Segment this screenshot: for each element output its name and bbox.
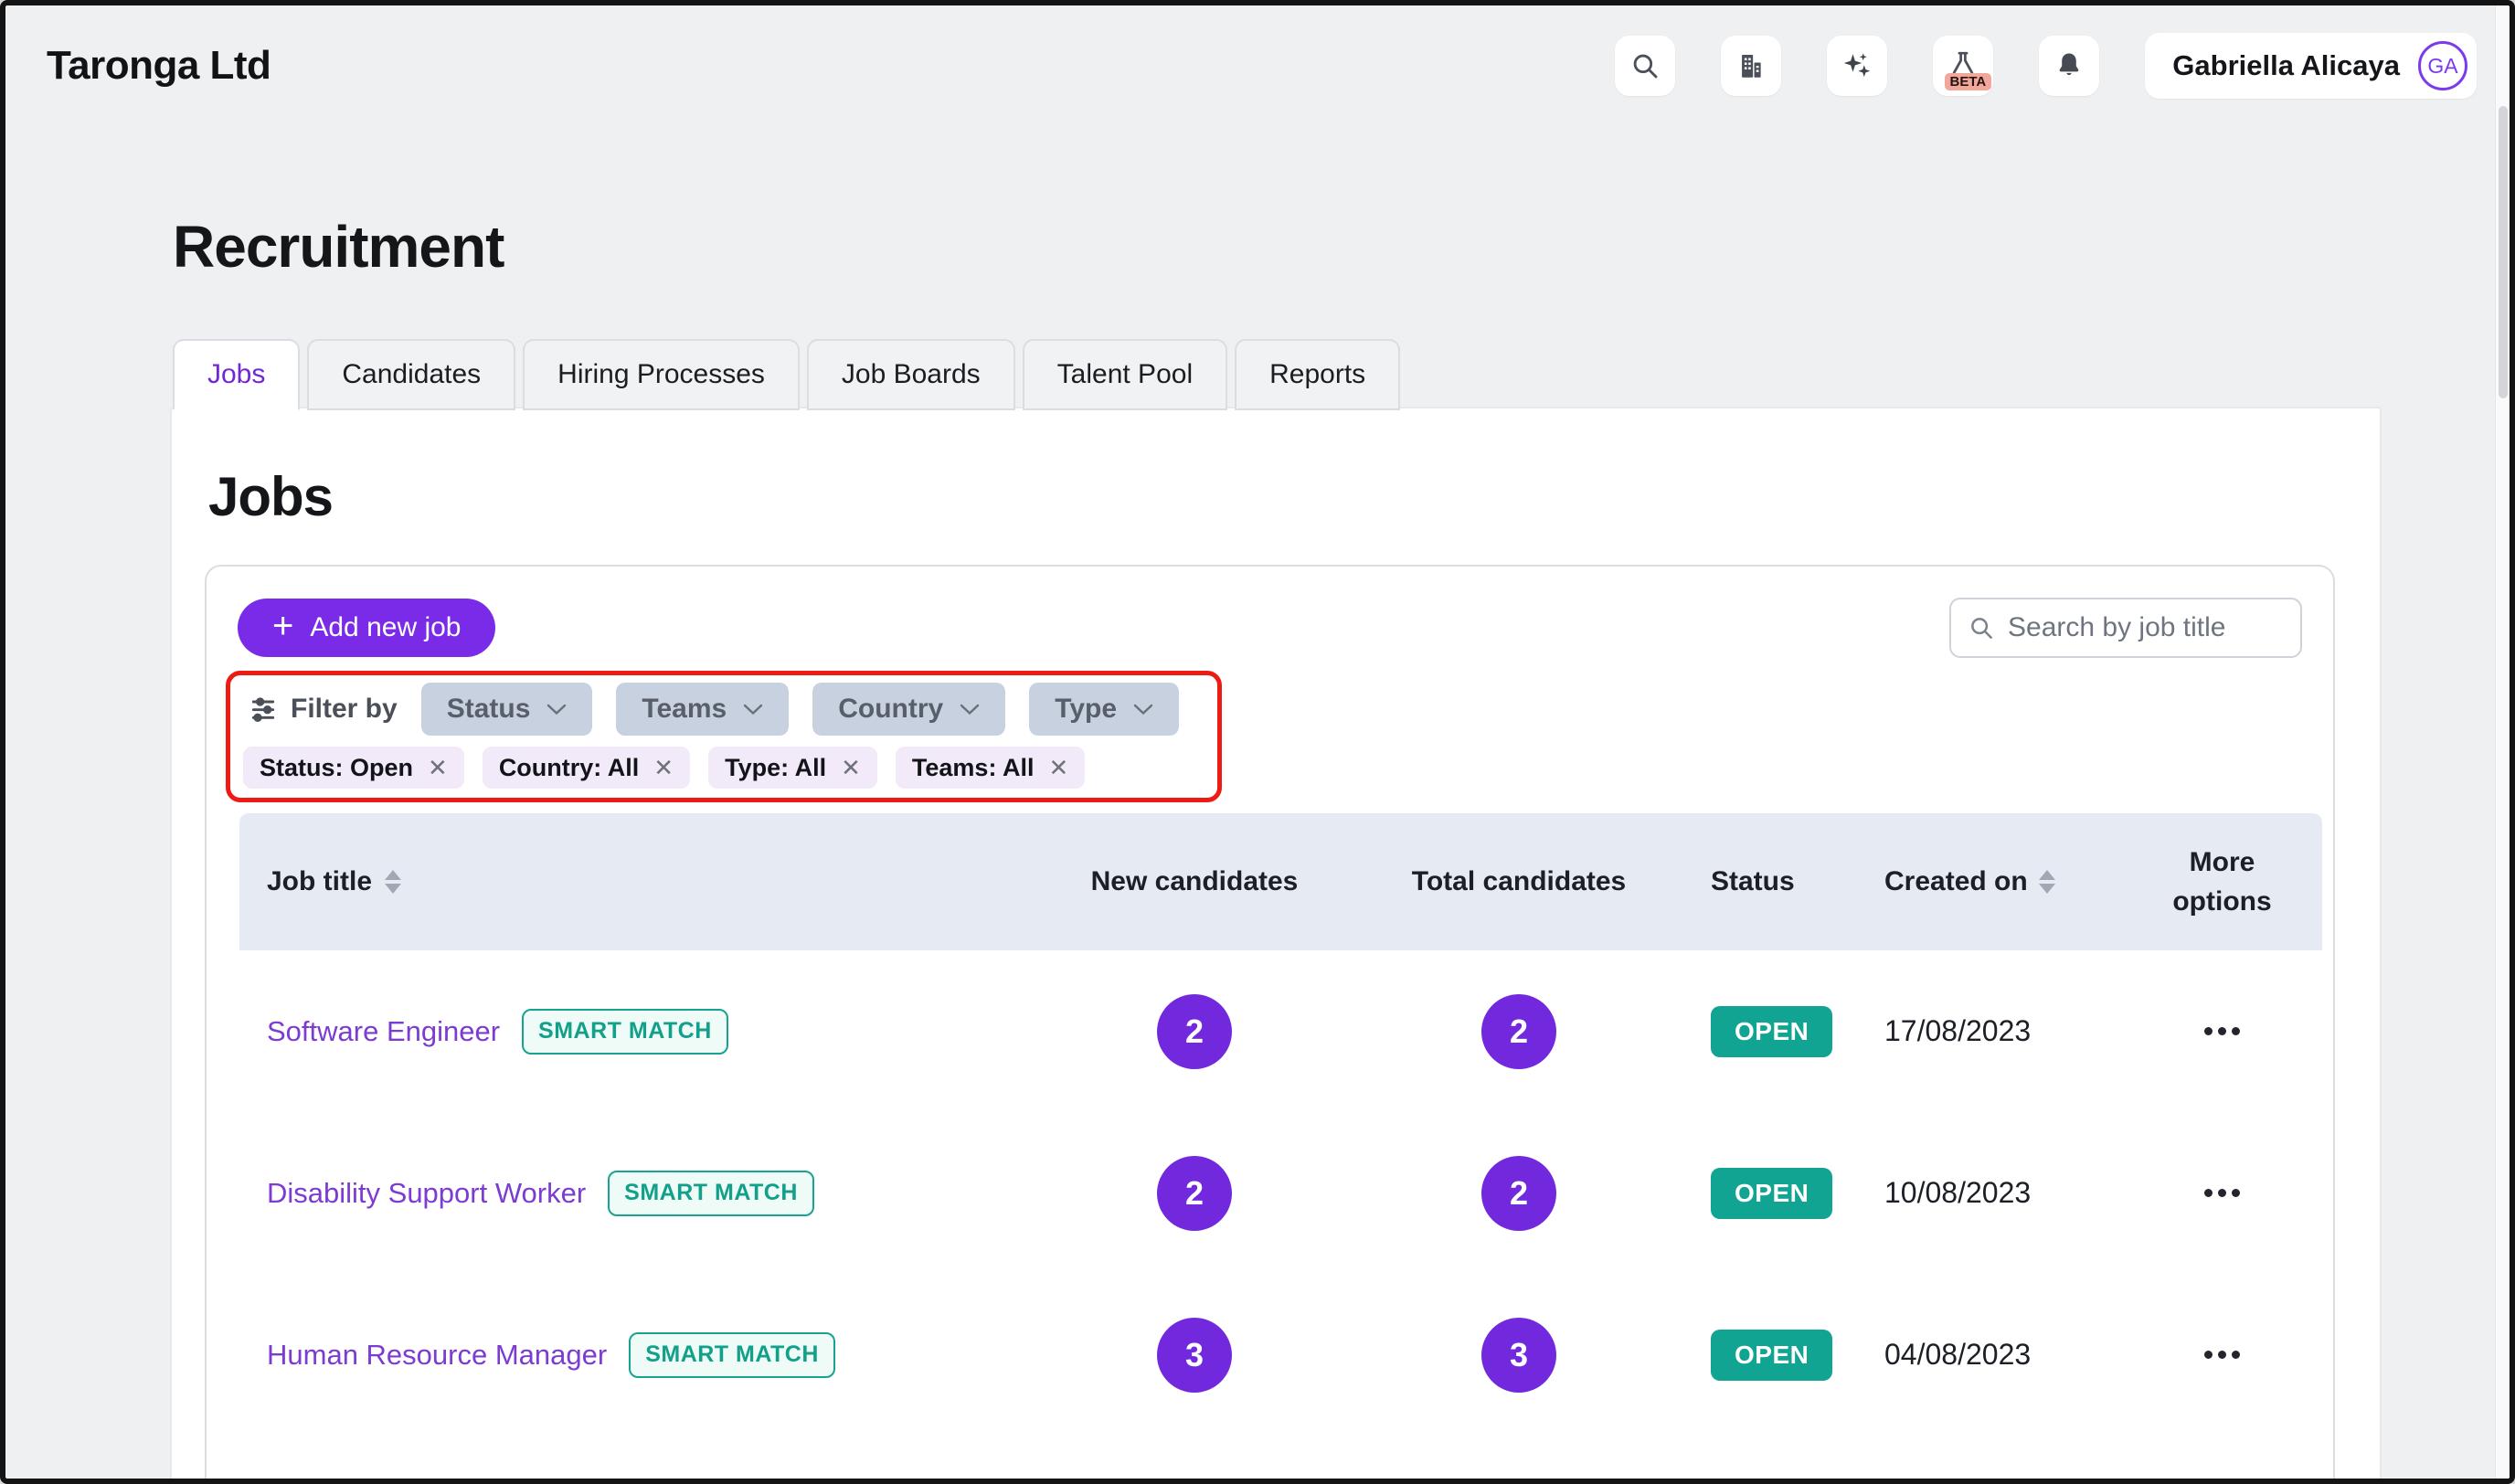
beta-badge: BETA xyxy=(1945,73,1992,90)
new-candidates-count xyxy=(1157,1479,1232,1484)
filter-sliders-icon xyxy=(249,694,278,724)
sparkles-icon xyxy=(1841,49,1873,82)
table-header: Job title New candidates Total candidate… xyxy=(239,813,2322,950)
user-name: Gabriella Alicaya xyxy=(2172,49,2400,82)
organisation-button[interactable] xyxy=(1721,36,1781,96)
smart-match-badge: SMART MATCH xyxy=(522,1009,728,1055)
scrollbar-track[interactable] xyxy=(2495,5,2510,1479)
notifications-button[interactable] xyxy=(2039,36,2099,96)
job-title-link[interactable]: Disability Support Worker xyxy=(267,1177,586,1210)
total-candidates-count: 3 xyxy=(1481,1318,1556,1393)
sort-icon xyxy=(385,870,401,894)
more-options-button[interactable] xyxy=(2195,1341,2249,1368)
search-button[interactable] xyxy=(1615,36,1675,96)
new-candidates-count: 2 xyxy=(1157,1156,1232,1231)
filter-row: Filter by Status Teams xyxy=(243,683,1204,736)
jobs-table: Job title New candidates Total candidate… xyxy=(239,813,2322,1484)
job-cell: Human Resource Manager SMART MATCH xyxy=(239,1332,1062,1378)
column-job-title[interactable]: Job title xyxy=(239,866,1062,897)
column-status: Status xyxy=(1711,866,1884,897)
total-candidates-count: 2 xyxy=(1481,1156,1556,1231)
search-input[interactable] xyxy=(2008,612,2284,643)
new-candidates-count: 2 xyxy=(1157,994,1232,1069)
add-new-job-label: Add new job xyxy=(310,612,461,643)
top-bar: Taronga Ltd xyxy=(5,5,2510,99)
remove-chip-icon[interactable]: ✕ xyxy=(428,754,448,782)
tab-hiring-processes[interactable]: Hiring Processes xyxy=(523,339,800,410)
search-icon xyxy=(1629,50,1661,81)
total-candidates-count: 2 xyxy=(1481,994,1556,1069)
chevron-down-icon xyxy=(547,704,567,716)
active-filter-chips: Status: Open ✕ Country: All ✕ Type: All … xyxy=(243,747,1204,789)
ai-assistant-button[interactable] xyxy=(1827,36,1887,96)
search-icon xyxy=(1968,614,1995,641)
plus-icon: + xyxy=(272,608,293,644)
chip-type-all[interactable]: Type: All ✕ xyxy=(708,747,877,789)
chip-country-all[interactable]: Country: All ✕ xyxy=(483,747,690,789)
remove-chip-icon[interactable]: ✕ xyxy=(841,754,861,782)
add-new-job-button[interactable]: + Add new job xyxy=(238,599,495,657)
filter-by-label: Filter by xyxy=(243,694,398,725)
tab-bar: Jobs Candidates Hiring Processes Job Boa… xyxy=(173,339,2510,408)
page-title: Recruitment xyxy=(173,213,2510,281)
jobs-card: + Add new job xyxy=(205,565,2335,1484)
status-badge: OPEN xyxy=(1711,1168,1832,1219)
app-window: Taronga Ltd xyxy=(0,0,2515,1484)
sort-icon xyxy=(2039,870,2055,894)
jobs-panel: Jobs + Add new job xyxy=(170,407,2382,1484)
new-candidates-count: 3 xyxy=(1157,1318,1232,1393)
status-badge: OPEN xyxy=(1711,1330,1832,1381)
column-total-candidates: Total candidates xyxy=(1412,866,1627,897)
created-on-date: 04/08/2023 xyxy=(1884,1338,2122,1372)
tab-talent-pool[interactable]: Talent Pool xyxy=(1023,339,1227,410)
created-on-date: 10/08/2023 xyxy=(1884,1176,2122,1210)
chevron-down-icon xyxy=(743,704,763,716)
table-row: Software Engineer SMART MATCH 2 2 OPEN 1… xyxy=(239,950,2322,1112)
annotation-highlight: Filter by Status Teams xyxy=(226,671,1222,802)
chevron-down-icon xyxy=(960,704,980,716)
user-menu[interactable]: Gabriella Alicaya GA xyxy=(2145,33,2477,99)
tab-jobs[interactable]: Jobs xyxy=(173,339,300,410)
status-filter-dropdown[interactable]: Status xyxy=(421,683,593,736)
smart-match-badge: SMART MATCH xyxy=(608,1171,814,1216)
job-title-link[interactable]: Software Engineer xyxy=(267,1015,500,1048)
labs-beta-button[interactable]: BETA xyxy=(1933,36,1993,96)
organisation-icon xyxy=(1735,50,1767,81)
table-row: Human Resource Manager SMART MATCH 3 3 O… xyxy=(239,1274,2322,1436)
remove-chip-icon[interactable]: ✕ xyxy=(1048,754,1068,782)
table-row: Disability Support Worker SMART MATCH 2 … xyxy=(239,1112,2322,1274)
chip-teams-all[interactable]: Teams: All ✕ xyxy=(896,747,1085,789)
column-more-options: More options xyxy=(2149,843,2296,922)
type-filter-dropdown[interactable]: Type xyxy=(1029,683,1179,736)
smart-match-badge: SMART MATCH xyxy=(629,1332,835,1378)
company-name: Taronga Ltd xyxy=(47,43,271,89)
tab-job-boards[interactable]: Job Boards xyxy=(807,339,1015,410)
section-title: Jobs xyxy=(208,465,2380,528)
job-cell: Disability Support Worker SMART MATCH xyxy=(239,1171,1062,1216)
job-cell: Software Engineer SMART MATCH xyxy=(239,1009,1062,1055)
bell-icon xyxy=(2053,50,2085,81)
table-row-partial: SMART MATCH OPEN xyxy=(239,1436,2322,1484)
chip-status-open[interactable]: Status: Open ✕ xyxy=(243,747,464,789)
country-filter-dropdown[interactable]: Country xyxy=(812,683,1005,736)
teams-filter-dropdown[interactable]: Teams xyxy=(616,683,789,736)
more-options-button[interactable] xyxy=(2195,1180,2249,1206)
top-bar-actions: BETA Gabriella Alicaya GA xyxy=(1615,33,2477,99)
column-created-on[interactable]: Created on xyxy=(1884,866,2122,897)
job-title-link[interactable]: Human Resource Manager xyxy=(267,1339,607,1372)
total-candidates-count xyxy=(1481,1479,1556,1484)
created-on-date: 17/08/2023 xyxy=(1884,1014,2122,1048)
remove-chip-icon[interactable]: ✕ xyxy=(653,754,674,782)
more-options-button[interactable] xyxy=(2195,1018,2249,1044)
status-badge: OPEN xyxy=(1711,1006,1832,1057)
column-new-candidates: New candidates xyxy=(1091,866,1299,897)
jobs-toolbar: + Add new job xyxy=(207,598,2333,658)
tab-reports[interactable]: Reports xyxy=(1235,339,1400,410)
chevron-down-icon xyxy=(1133,704,1153,716)
job-search xyxy=(1949,598,2302,658)
avatar: GA xyxy=(2418,41,2467,90)
tab-candidates[interactable]: Candidates xyxy=(307,339,515,410)
